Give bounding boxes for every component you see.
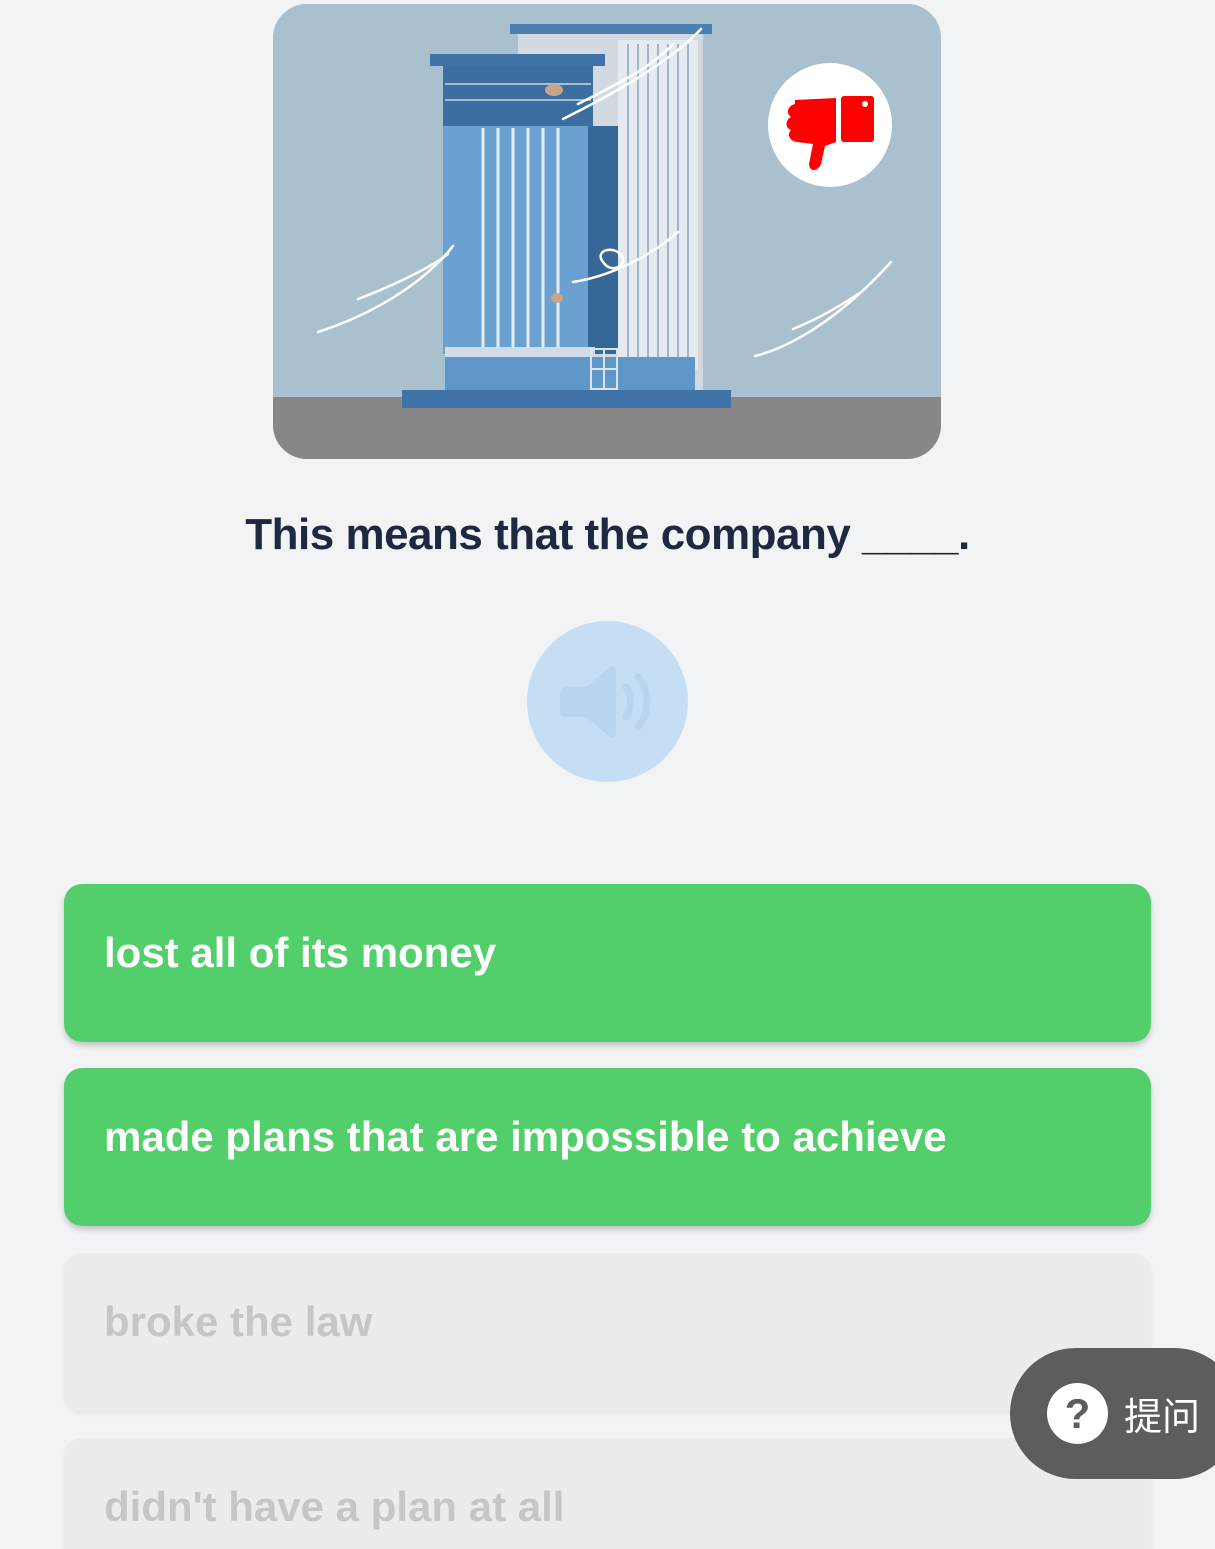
scene-illustration: [273, 4, 941, 459]
answer-option-label: lost all of its money: [104, 929, 497, 976]
audio-play-button[interactable]: [527, 621, 688, 782]
question-icon: ?: [1047, 1383, 1108, 1444]
question-text: This means that the company ____.: [245, 510, 970, 559]
ask-question-label: 提问: [1124, 1395, 1201, 1439]
answer-option-1[interactable]: lost all of its money: [64, 884, 1151, 1042]
collapsing-building-image: [273, 4, 941, 459]
answer-option-2[interactable]: made plans that are impossible to achiev…: [64, 1068, 1151, 1226]
answer-option-4[interactable]: didn't have a plan at all: [64, 1438, 1151, 1549]
answer-option-label: broke the law: [104, 1298, 373, 1345]
exercise-page: This means that the company ____. lost a…: [0, 0, 1215, 1549]
answer-option-label: made plans that are impossible to achiev…: [104, 1113, 947, 1160]
answer-option-3[interactable]: broke the law: [64, 1253, 1151, 1411]
ask-question-button[interactable]: ? 提问: [1010, 1348, 1215, 1479]
answer-option-label: didn't have a plan at all: [104, 1483, 565, 1530]
speaker-icon: [559, 665, 650, 738]
